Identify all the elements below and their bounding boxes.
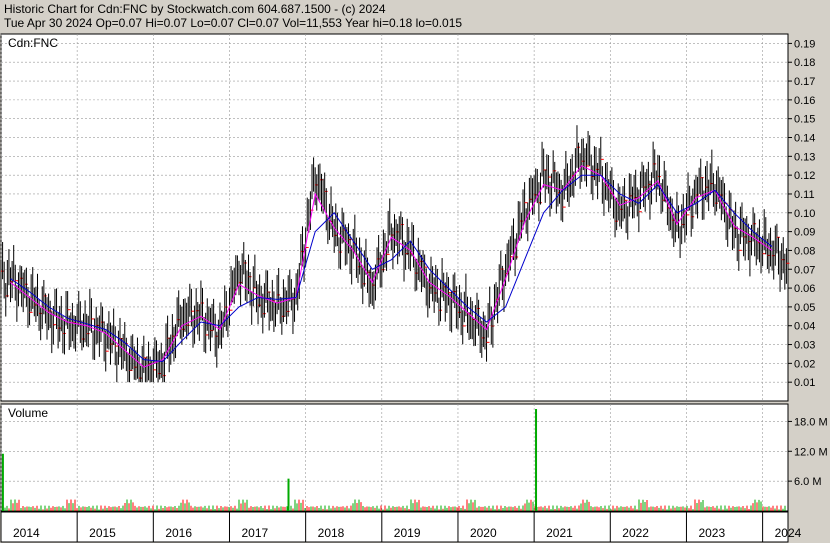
- year-label: 2022: [622, 526, 649, 540]
- price-tick-label: 0.04: [794, 321, 815, 333]
- price-panel-label: Cdn:FNC: [8, 36, 58, 50]
- year-label: 2021: [546, 526, 573, 540]
- price-tick-label: 0.09: [794, 227, 815, 239]
- price-tick-label: 0.16: [794, 95, 815, 107]
- chart-stats: Tue Apr 30 2024 Op=0.07 Hi=0.07 Lo=0.07 …: [4, 16, 462, 30]
- year-label: 2016: [165, 526, 192, 540]
- price-tick-label: 0.13: [794, 151, 815, 163]
- price-tick-label: 0.18: [794, 57, 815, 69]
- year-label: 2018: [318, 526, 345, 540]
- price-tick-label: 0.15: [794, 114, 815, 126]
- price-tick-label: 0.12: [794, 170, 815, 182]
- price-tick-label: 0.07: [794, 264, 815, 276]
- year-label: 2017: [241, 526, 268, 540]
- chart-canvas: Historic Chart for Cdn:FNC by Stockwatch…: [0, 0, 830, 543]
- chart-title: Historic Chart for Cdn:FNC by Stockwatch…: [4, 2, 386, 16]
- price-tick-label: 0.06: [794, 283, 815, 295]
- price-tick-label: 0.19: [794, 38, 815, 50]
- volume-panel-label: Volume: [8, 406, 48, 420]
- year-label: 2020: [470, 526, 497, 540]
- stock-chart-window: Historic Chart for Cdn:FNC by Stockwatch…: [0, 0, 830, 543]
- volume-tick-label: 12.0 M: [794, 446, 828, 458]
- volume-plot-area: [0, 403, 789, 512]
- volume-tick-label: 6.0 M: [794, 476, 822, 488]
- price-tick-label: 0.01: [794, 377, 815, 389]
- price-tick-label: 0.11: [794, 189, 815, 201]
- year-label: 2019: [394, 526, 421, 540]
- volume-tick-label: 18.0 M: [794, 416, 828, 428]
- price-tick-label: 0.14: [794, 133, 815, 145]
- year-label: 2014: [13, 526, 40, 540]
- year-label: 2024: [775, 526, 802, 540]
- year-label: 2023: [698, 526, 725, 540]
- price-tick-label: 0.08: [794, 245, 815, 257]
- price-tick-label: 0.03: [794, 340, 815, 352]
- price-tick-label: 0.02: [794, 358, 815, 370]
- price-tick-label: 0.10: [794, 208, 815, 220]
- price-tick-label: 0.17: [794, 76, 815, 88]
- price-tick-label: 0.05: [794, 302, 815, 314]
- year-label: 2015: [89, 526, 116, 540]
